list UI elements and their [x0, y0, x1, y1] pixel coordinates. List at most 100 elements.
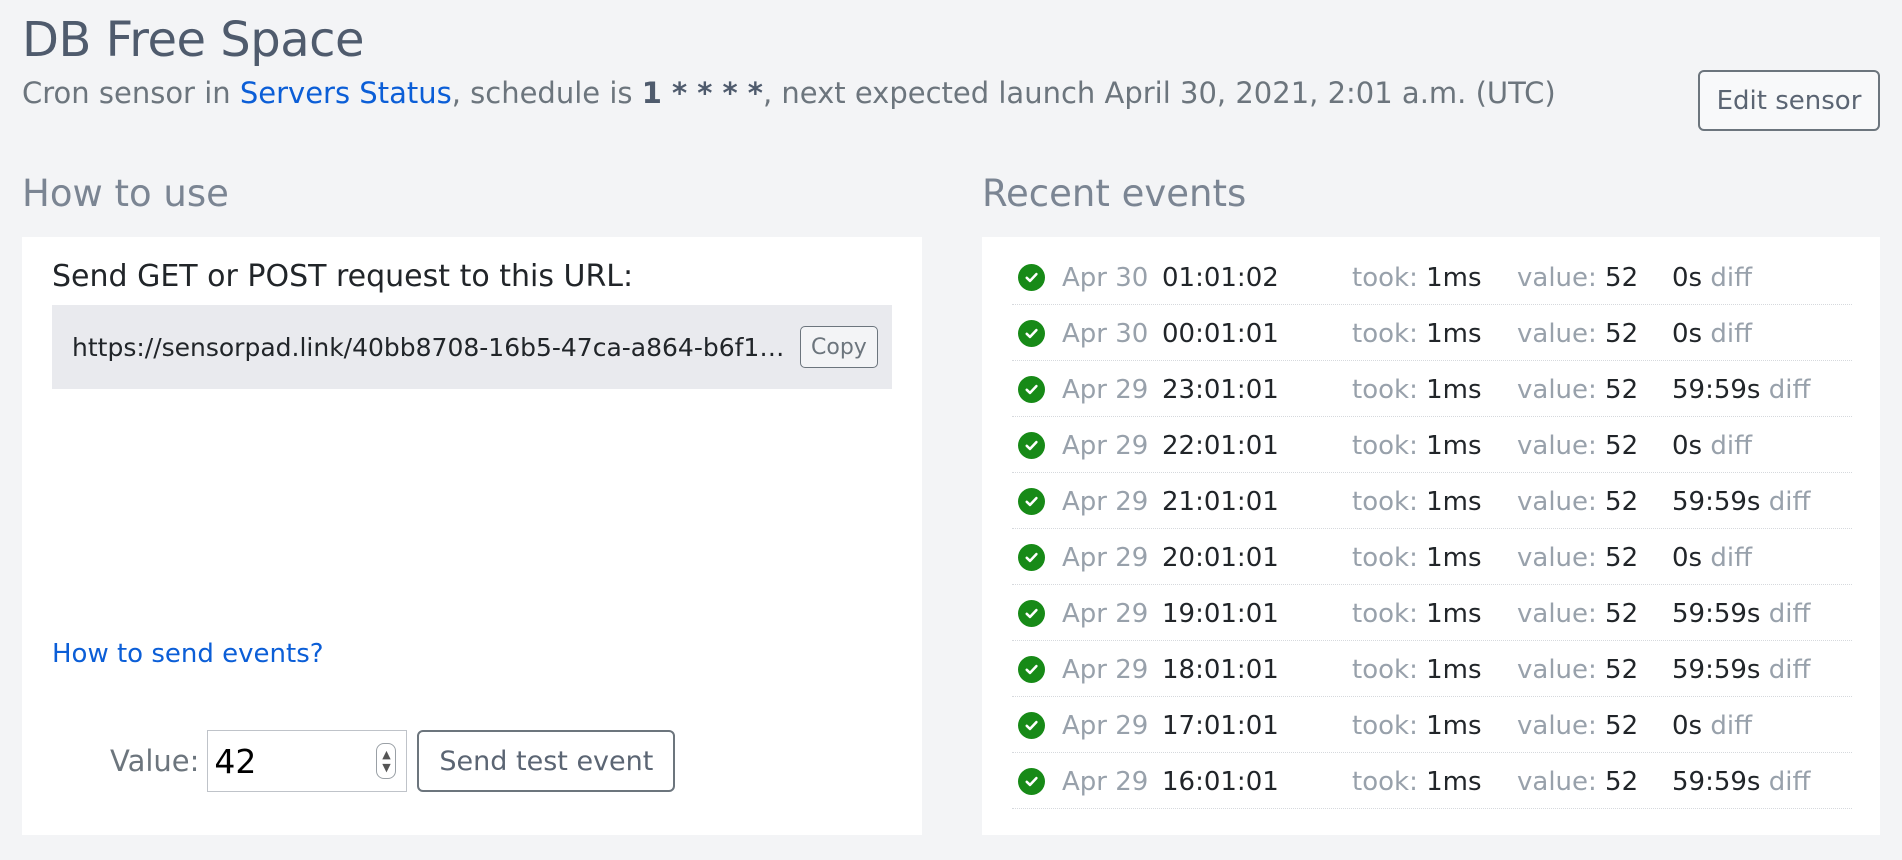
diff-label: diff [1710, 263, 1752, 293]
event-time: 23:01:01 [1162, 375, 1279, 405]
event-time: 01:01:02 [1162, 263, 1279, 293]
event-value: value: 52 [1517, 431, 1638, 461]
took-value: 1ms [1426, 711, 1482, 741]
diff-value: 59:59s [1672, 767, 1761, 797]
sensor-subtitle: Cron sensor in Servers Status, schedule … [22, 76, 1556, 110]
how-to-use-title: How to use [22, 172, 229, 215]
subtitle-suffix: , next expected launch April 30, 2021, 2… [762, 76, 1556, 110]
diff-value: 59:59s [1672, 375, 1761, 405]
diff-value: 0s [1672, 431, 1703, 461]
took-label: took: [1352, 655, 1418, 685]
event-diff: 0s diff [1672, 711, 1752, 741]
event-diff: 0s diff [1672, 431, 1752, 461]
copy-url-button[interactable]: Copy [800, 326, 878, 368]
event-value: value: 52 [1517, 487, 1638, 517]
value-number: 52 [1605, 431, 1639, 461]
event-diff: 59:59s diff [1672, 375, 1810, 405]
event-took: took: 1ms [1352, 487, 1482, 517]
event-took: took: 1ms [1352, 543, 1482, 573]
event-date: Apr 29 [1062, 487, 1149, 517]
diff-label: diff [1710, 431, 1752, 461]
event-date: Apr 29 [1062, 375, 1149, 405]
event-took: took: 1ms [1352, 655, 1482, 685]
event-row: Apr 30 00:01:01 took: 1ms value: 52 0s diff [1012, 305, 1852, 361]
event-time: 00:01:01 [1162, 319, 1279, 349]
event-value: value: 52 [1517, 375, 1638, 405]
diff-value: 0s [1672, 543, 1703, 573]
events-list: Apr 30 01:01:02 took: 1ms value: 52 0s diff A… [1012, 249, 1852, 809]
value-label: value: [1517, 599, 1597, 629]
diff-label: diff [1768, 375, 1811, 405]
event-date: Apr 29 [1062, 711, 1149, 741]
value-label: value: [1517, 711, 1597, 741]
took-value: 1ms [1426, 375, 1482, 405]
event-row: Apr 29 23:01:01 took: 1ms value: 52 59:59s d… [1012, 361, 1852, 417]
project-link[interactable]: Servers Status [240, 76, 452, 110]
event-diff: 0s diff [1672, 543, 1752, 573]
check-circle-icon [1018, 264, 1045, 291]
event-value: value: 52 [1517, 655, 1638, 685]
event-took: took: 1ms [1352, 431, 1482, 461]
diff-value: 0s [1672, 319, 1703, 349]
value-label: value: [1517, 767, 1597, 797]
diff-value: 0s [1672, 711, 1703, 741]
value-label: value: [1517, 431, 1597, 461]
check-circle-icon [1018, 320, 1045, 347]
event-time: 19:01:01 [1162, 599, 1279, 629]
event-row: Apr 29 19:01:01 took: 1ms value: 52 59:59s d… [1012, 585, 1852, 641]
took-label: took: [1352, 319, 1418, 349]
page-title: DB Free Space [22, 12, 365, 68]
value-input[interactable]: 42 ▲ ▼ [207, 730, 408, 792]
took-label: took: [1352, 431, 1418, 461]
event-date: Apr 29 [1062, 543, 1149, 573]
value-number: 52 [1605, 711, 1639, 741]
took-label: took: [1352, 543, 1418, 573]
value-label: value: [1517, 655, 1597, 685]
value-number: 52 [1605, 767, 1639, 797]
took-label: took: [1352, 711, 1418, 741]
took-label: took: [1352, 767, 1418, 797]
event-value: value: 52 [1517, 263, 1638, 293]
sensor-url[interactable]: https://sensorpad.link/40bb8708-16b5-47c… [72, 333, 794, 362]
value-label: value: [1517, 375, 1597, 405]
value-input-text: 42 [214, 741, 257, 781]
check-circle-icon [1018, 488, 1045, 515]
number-spinner[interactable]: ▲ ▼ [376, 743, 397, 779]
url-label: Send GET or POST request to this URL: [52, 259, 634, 294]
took-value: 1ms [1426, 543, 1482, 573]
value-label: value: [1517, 543, 1597, 573]
send-test-event-button[interactable]: Send test event [417, 730, 676, 792]
recent-events-title: Recent events [982, 172, 1247, 215]
how-to-send-events-link[interactable]: How to send events? [52, 639, 324, 669]
subtitle-mid: , schedule is [451, 76, 642, 110]
event-row: Apr 29 20:01:01 took: 1ms value: 52 0s diff [1012, 529, 1852, 585]
value-number: 52 [1605, 375, 1639, 405]
diff-label: diff [1768, 767, 1811, 797]
diff-label: diff [1768, 655, 1811, 685]
diff-label: diff [1768, 599, 1811, 629]
took-value: 1ms [1426, 431, 1482, 461]
check-circle-icon [1018, 432, 1045, 459]
event-took: took: 1ms [1352, 375, 1482, 405]
subtitle-prefix: Cron sensor in [22, 76, 240, 110]
event-date: Apr 29 [1062, 767, 1149, 797]
value-number: 52 [1605, 263, 1639, 293]
edit-sensor-button[interactable]: Edit sensor [1698, 70, 1880, 131]
event-diff: 0s diff [1672, 263, 1752, 293]
value-label: value: [1517, 319, 1597, 349]
diff-value: 0s [1672, 263, 1703, 293]
event-diff: 59:59s diff [1672, 599, 1810, 629]
event-took: took: 1ms [1352, 599, 1482, 629]
test-event-form: Value: 42 ▲ ▼ Send test event [110, 730, 676, 792]
value-label: value: [1517, 487, 1597, 517]
event-date: Apr 29 [1062, 431, 1149, 461]
took-value: 1ms [1426, 319, 1482, 349]
chevron-up-icon[interactable]: ▲ [382, 748, 390, 761]
chevron-down-icon[interactable]: ▼ [382, 761, 390, 774]
took-value: 1ms [1426, 767, 1482, 797]
took-value: 1ms [1426, 487, 1482, 517]
diff-value: 59:59s [1672, 655, 1761, 685]
event-time: 18:01:01 [1162, 655, 1279, 685]
event-time: 22:01:01 [1162, 431, 1279, 461]
event-value: value: 52 [1517, 599, 1638, 629]
